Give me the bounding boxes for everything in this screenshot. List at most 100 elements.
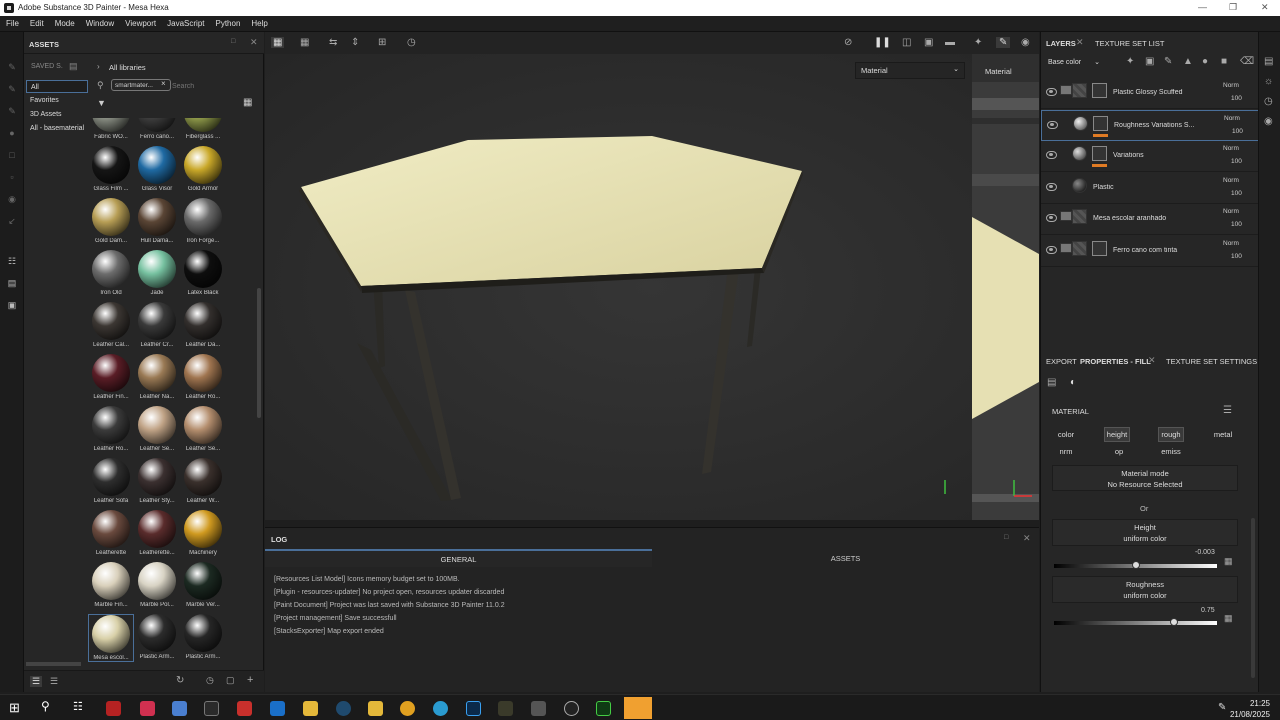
layer-row[interactable]: Roughness Variations S... Norm 100 — [1041, 109, 1259, 141]
add-frame-icon[interactable]: ⊞ — [378, 37, 386, 48]
channel-dropdown[interactable]: Base color ⌄ — [1044, 56, 1102, 70]
material-tile[interactable]: Marble Fin... — [88, 562, 134, 608]
tab-texture-set-list[interactable]: TEXTURE SET LIST — [1095, 39, 1164, 48]
log-tab-assets[interactable]: ASSETS — [652, 549, 1039, 567]
grid-view-icon[interactable]: ▦ — [243, 97, 252, 108]
library-favorites[interactable]: Favorites — [26, 94, 88, 107]
task-view-icon[interactable]: ☷ — [73, 700, 88, 715]
material-tile[interactable]: Leather Na... — [134, 354, 180, 400]
material-tile[interactable]: Glass Film ... — [88, 146, 134, 192]
menu-edit[interactable]: Edit — [24, 16, 49, 28]
material-sphere-icon[interactable]: ◐ — [1070, 377, 1076, 388]
library-all-basematerial[interactable]: All - basematerial — [26, 122, 88, 135]
tree-view-icon[interactable]: ☰ — [50, 676, 58, 687]
libraries-scrollbar[interactable] — [26, 662, 81, 666]
fill-properties-icon[interactable]: ▤ — [1047, 377, 1056, 388]
visibility-eye-icon[interactable] — [1046, 214, 1057, 222]
substance-icon[interactable]: ◉ — [1264, 116, 1273, 127]
hide-icon[interactable]: ⊘ — [844, 37, 852, 48]
import-icon[interactable]: ▢ — [226, 675, 235, 686]
cube-icon[interactable]: ▣ — [924, 37, 933, 48]
material-tile[interactable]: Hull Dama... — [134, 198, 180, 244]
roughness-slider[interactable] — [1054, 618, 1217, 626]
geometry-fill-icon[interactable]: ● — [6, 128, 18, 138]
add-mask-icon[interactable]: ▣ — [1145, 56, 1154, 67]
clock[interactable]: 21:25 21/08/2025 — [1230, 698, 1270, 720]
search-input[interactable] — [172, 79, 242, 93]
add-paint-layer-icon[interactable]: ✎ — [1164, 56, 1172, 67]
channel-color-toggle[interactable]: color — [1053, 428, 1079, 441]
all-libraries-breadcrumb[interactable]: All libraries — [109, 63, 146, 72]
material-tile[interactable]: Leather Ro... — [88, 406, 134, 452]
material-tile[interactable]: Leatherette... — [134, 510, 180, 556]
picker-icon[interactable]: ◉ — [6, 194, 18, 204]
visibility-eye-icon[interactable] — [1046, 88, 1057, 96]
height-slot[interactable]: Height uniform color — [1052, 519, 1238, 546]
material-tile[interactable]: Leather Da... — [180, 302, 226, 348]
roughness-randomize-icon[interactable]: ▦ — [1224, 613, 1233, 624]
material-tile[interactable]: Latex Black — [180, 250, 226, 296]
assets-tab-title[interactable]: ASSETS — [29, 40, 59, 49]
tab-properties-fill[interactable]: PROPERTIES - FILL — [1080, 357, 1151, 366]
single-view-icon[interactable]: ▦ — [271, 37, 285, 48]
material-tile[interactable]: Leather Cal... — [88, 302, 134, 348]
obs-icon[interactable] — [564, 701, 579, 716]
app-icon-grey[interactable] — [531, 701, 546, 716]
save-search-icon[interactable]: ▤ — [69, 61, 78, 72]
paint-mode-icon[interactable]: ✎ — [996, 37, 1011, 48]
outlook-icon[interactable] — [270, 701, 285, 716]
pen-icon[interactable]: ✎ — [1218, 702, 1226, 713]
menu-help[interactable]: Help — [245, 16, 272, 28]
list-view-icon[interactable]: ☰ — [30, 676, 43, 687]
close-layers-icon[interactable]: ✕ — [1076, 37, 1084, 48]
height-randomize-icon[interactable]: ▦ — [1224, 556, 1233, 567]
library-3d-assets[interactable]: 3D Assets — [26, 108, 88, 121]
blend-mode[interactable]: Norm — [1223, 82, 1239, 89]
restore-icon[interactable]: ❐ — [1229, 2, 1237, 13]
undock-log-icon[interactable]: □ — [1004, 534, 1008, 541]
add-smart-material-icon[interactable]: ● — [1202, 56, 1208, 67]
filezilla-icon[interactable] — [237, 701, 252, 716]
photoshop-icon[interactable] — [466, 701, 481, 716]
visibility-eye-icon[interactable] — [1046, 182, 1057, 191]
tab-layers[interactable]: LAYERS — [1046, 39, 1076, 48]
menu-file[interactable]: File — [0, 16, 24, 28]
material-tile[interactable]: Machinery — [180, 510, 226, 556]
layer-row[interactable]: Variations Norm 100 — [1041, 141, 1259, 172]
add-folder-icon[interactable]: ■ — [1221, 56, 1227, 67]
layer-row[interactable]: Mesa escolar aranhado Norm 100 — [1041, 204, 1259, 235]
folder-icon[interactable] — [368, 701, 383, 716]
material-tile[interactable]: Leatherette — [88, 510, 134, 556]
painter-icon[interactable] — [596, 701, 611, 716]
blend-mode[interactable]: Norm — [1223, 177, 1239, 184]
log-tab-general[interactable]: GENERAL — [265, 549, 652, 567]
roughness-slider-knob[interactable] — [1170, 618, 1179, 626]
add-icon[interactable]: + — [247, 674, 253, 686]
app-icon-red[interactable] — [106, 701, 121, 716]
material-tile[interactable]: Plastic Arm... — [134, 614, 180, 660]
store-icon[interactable] — [204, 701, 219, 716]
layer-opacity[interactable]: 100 — [1231, 158, 1242, 165]
steam-icon[interactable] — [336, 701, 351, 716]
text-tool-icon[interactable]: ☷ — [6, 256, 18, 266]
channel-metal-toggle[interactable]: metal — [1210, 428, 1236, 441]
filter-icon[interactable]: ▼ — [97, 98, 106, 108]
material-tile[interactable]: Iron Old — [88, 250, 134, 296]
material-menu-icon[interactable]: ☰ — [1223, 405, 1232, 416]
height-slider[interactable] — [1054, 561, 1217, 569]
channel-height-toggle[interactable]: height — [1104, 427, 1130, 442]
material-tile[interactable]: Glass Visor — [134, 146, 180, 192]
layer-opacity[interactable]: 100 — [1231, 95, 1242, 102]
edge-icon[interactable] — [433, 701, 448, 716]
tab-export[interactable]: EXPORT — [1046, 357, 1077, 366]
app-icon-pink[interactable] — [140, 701, 155, 716]
blend-mode[interactable]: Norm — [1223, 240, 1239, 247]
copilot-icon[interactable] — [172, 701, 187, 716]
projection-icon[interactable]: ✎ — [6, 106, 18, 116]
display-settings-icon[interactable]: ▤ — [6, 278, 18, 288]
material-tile[interactable]: Gold Armor — [180, 146, 226, 192]
shelf-icon[interactable]: ▤ — [1264, 56, 1273, 67]
layer-row[interactable]: Plastic Norm 100 — [1041, 173, 1259, 204]
material-tile[interactable]: Leather Cr... — [134, 302, 180, 348]
material-tile[interactable]: Jade — [134, 250, 180, 296]
